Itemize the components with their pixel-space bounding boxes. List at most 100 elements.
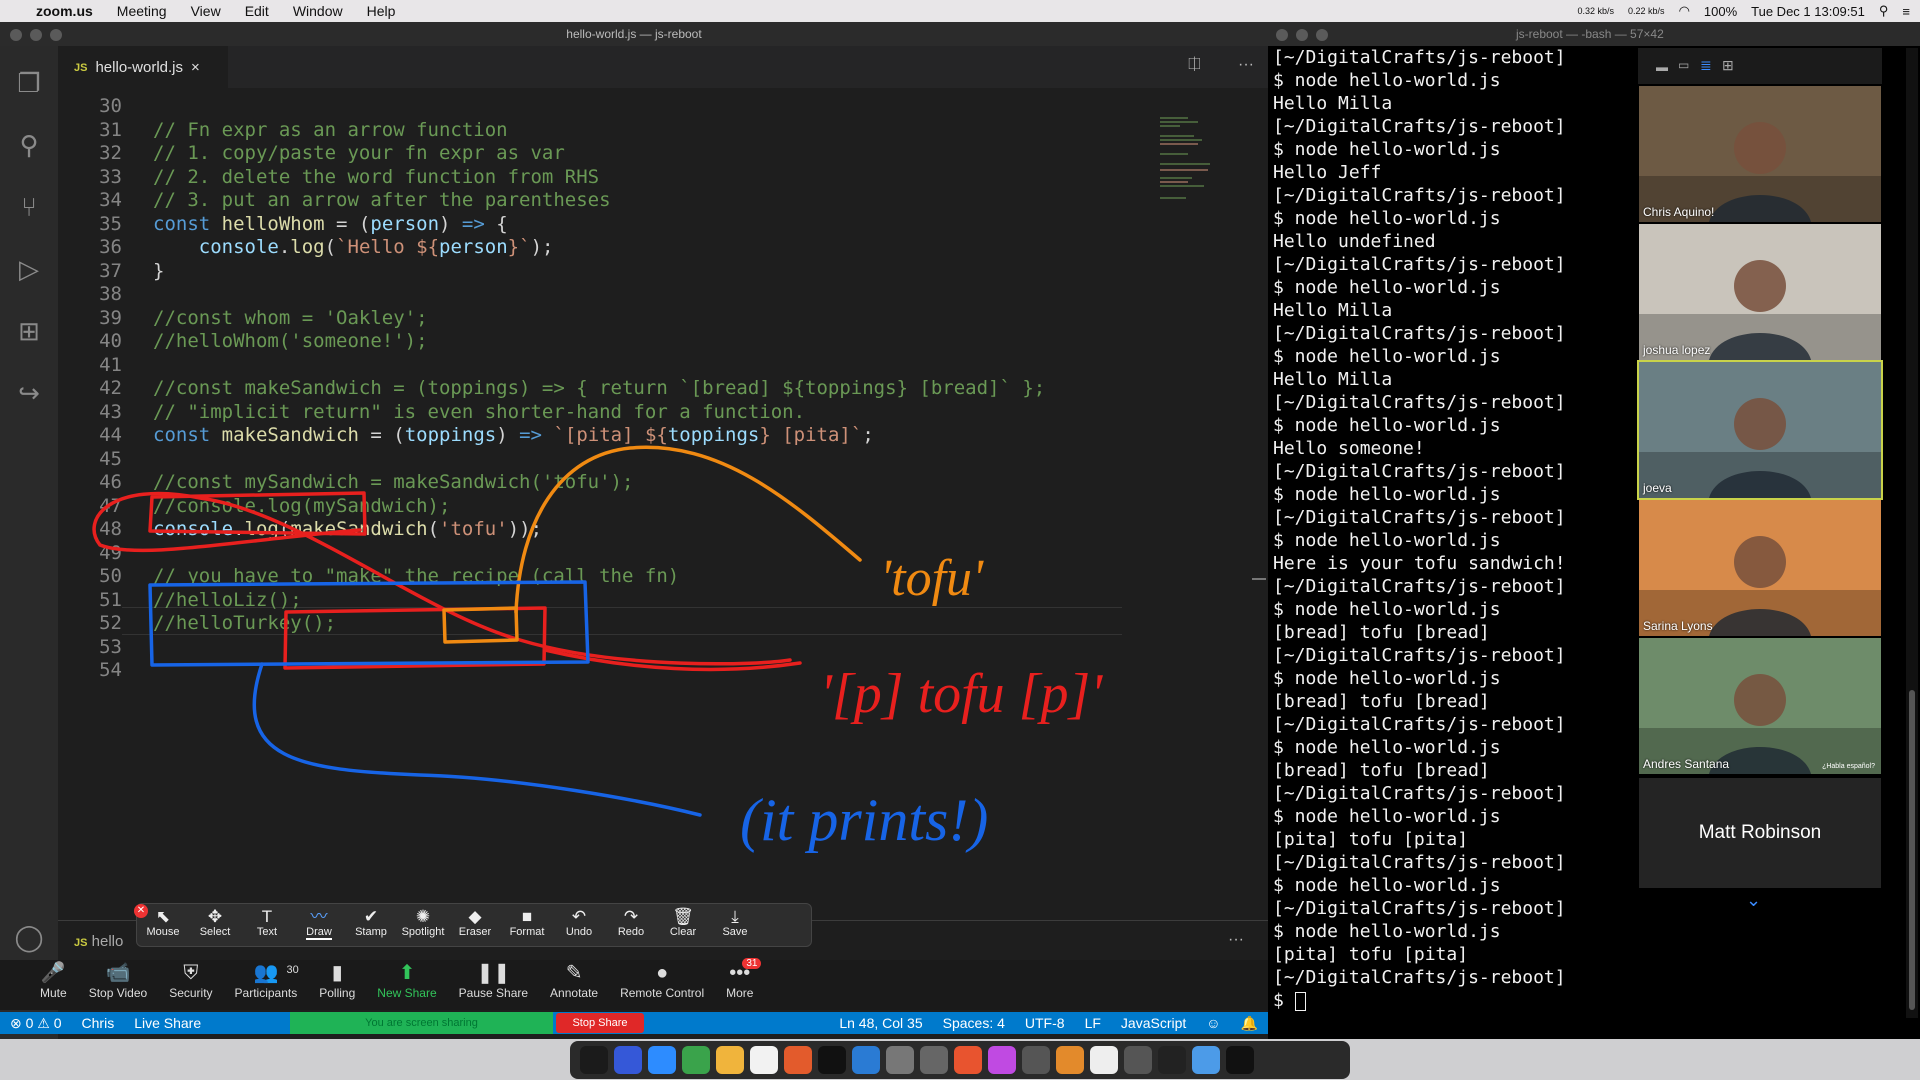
minimap[interactable] [1158,114,1218,209]
annotate-tool-text[interactable]: T Text [241,904,293,948]
dock-app-icon[interactable] [716,1046,744,1074]
accounts-icon[interactable]: ◯ [14,922,44,952]
dock-app-icon[interactable] [682,1046,710,1074]
tab-close-icon[interactable]: × [191,59,200,76]
annotate-tool-undo[interactable]: ↶ Undo [553,904,605,948]
menu-edit[interactable]: Edit [233,3,281,19]
annotate-tool-format[interactable]: ■ Format [501,904,553,948]
dock-app-icon[interactable] [784,1046,812,1074]
split-editor-icon[interactable]: ⎅ [1188,56,1201,74]
wifi-icon[interactable]: ◠ [1679,3,1690,19]
feedback-icon[interactable]: ☺ [1196,1015,1230,1031]
terminal-zoom-button[interactable] [1316,29,1328,41]
participant-video-tile[interactable]: Chris Aquino! [1639,86,1881,222]
cursor-position[interactable]: Ln 48, Col 35 [829,1015,932,1031]
run-debug-icon[interactable]: ▷ [14,254,44,284]
gallery-grid-icon[interactable]: ⊞ [1722,57,1734,74]
dock-app-icon[interactable] [1090,1046,1118,1074]
dock-app-icon[interactable] [614,1046,642,1074]
polling-button[interactable]: ▮ Polling [319,960,355,1000]
dock-app-icon[interactable] [1192,1046,1220,1074]
close-window-button[interactable] [10,29,22,41]
battery-percent[interactable]: 100% [1704,4,1737,19]
security-button[interactable]: ⛨ Security [169,960,212,1000]
language-mode[interactable]: JavaScript [1111,1015,1196,1031]
live-share-user[interactable]: Chris [72,1015,125,1031]
app-menu[interactable]: zoom.us [24,3,105,19]
speaker-view-icon[interactable]: ▭ [1678,58,1689,72]
dock-app-icon[interactable] [886,1046,914,1074]
problems-indicator[interactable]: ⊗ 0 ⚠ 0 [0,1015,72,1032]
annotate-tool-select[interactable]: ✥ Select [189,904,241,948]
dock-app-icon[interactable] [1124,1046,1152,1074]
minimize-window-button[interactable] [30,29,42,41]
stop-video-button[interactable]: 📹 Stop Video [89,960,148,1000]
dock-app-icon[interactable] [852,1046,880,1074]
pause-share-button[interactable]: ❚❚ Pause Share [459,960,528,1000]
terminal-minimize-button[interactable] [1296,29,1308,41]
dock-app-icon[interactable] [920,1046,948,1074]
dock-app-icon[interactable] [750,1046,778,1074]
dock-app-icon[interactable] [818,1046,846,1074]
menu-help[interactable]: Help [355,3,408,19]
participant-video-tile[interactable]: joeva [1637,360,1883,500]
control-center-icon[interactable]: ≡ [1902,4,1910,19]
line-ending[interactable]: LF [1075,1015,1111,1031]
dock-app-icon[interactable] [988,1046,1016,1074]
participant-video-tile[interactable]: Sarina Lyons [1639,500,1881,636]
menu-meeting[interactable]: Meeting [105,3,179,19]
participant-video-tile[interactable]: joshua lopez [1639,224,1881,360]
more-actions-icon[interactable]: ··· [1238,56,1254,74]
annotate-tool-redo[interactable]: ↷ Redo [605,904,657,948]
editor-scroll-indicator[interactable] [1252,578,1266,580]
terminal-close-button[interactable] [1276,29,1288,41]
menu-window[interactable]: Window [281,3,355,19]
indentation[interactable]: Spaces: 4 [933,1015,1015,1031]
participant-no-video[interactable]: Matt Robinson [1639,778,1881,888]
panel-more-icon[interactable]: ··· [1228,931,1244,949]
annotate-tool-eraser[interactable]: ◆ Eraser [449,904,501,948]
participants-button[interactable]: 👥 Participants 30 [235,960,299,1000]
terminal-prompt[interactable]: $ [1273,989,1566,1012]
tab-hello-world-js[interactable]: JS hello-world.js × [58,46,228,88]
dock-app-icon[interactable] [580,1046,608,1074]
annotate-tool-clear[interactable]: 🗑 Clear [657,904,709,948]
stop-share-button[interactable]: Stop Share [556,1013,644,1033]
annotate-tool-draw[interactable]: 〰 Draw [293,904,345,948]
dock-app-icon[interactable] [954,1046,982,1074]
terminal-output[interactable]: [~/DigitalCrafts/js-reboot] $ node hello-… [1273,46,1566,1012]
annotate-tool-spotlight[interactable]: ✺ Spotlight [397,904,449,948]
chevron-down-icon[interactable]: ⌄ [1746,890,1761,911]
live-share-icon[interactable]: ↪ [14,378,44,408]
remote-control-button[interactable]: ● Remote Control [620,960,704,1000]
live-share-button[interactable]: Live Share [124,1015,211,1031]
search-icon[interactable]: ⚲ [14,130,44,160]
dock-app-icon[interactable] [648,1046,676,1074]
dock-app-icon[interactable] [1022,1046,1050,1074]
code-editor[interactable]: 30 31 // Fn expr as an arrow function 32 // … [58,88,1258,920]
dock-app-icon[interactable] [1226,1046,1254,1074]
notifications-bell-icon[interactable]: 🔔 [1231,1015,1268,1032]
new-share-button[interactable]: ⬆ New Share [377,960,436,1000]
mute-button[interactable]: 🎤 Mute [40,960,67,1000]
clock[interactable]: Tue Dec 1 13:09:51 [1751,4,1865,19]
extensions-icon[interactable]: ⊞ [14,316,44,346]
dock-app-icon[interactable] [1158,1046,1186,1074]
close-annotate-icon[interactable]: ✕ [134,904,148,918]
dock-app-icon[interactable] [1056,1046,1084,1074]
strip-view-icon[interactable]: ≣ [1700,57,1712,74]
terminal-scroll-thumb[interactable] [1909,690,1915,1010]
more-button[interactable]: ••• More 31 [726,958,762,1000]
participant-video-tile[interactable]: Andres Santana ¿Habla español? [1639,638,1881,774]
annotate-tool-save[interactable]: ⤓ Save [709,904,761,948]
zoom-window-button[interactable] [50,29,62,41]
explorer-icon[interactable]: ❐ [14,68,44,98]
source-control-icon[interactable]: ⑂ [14,192,44,222]
spotlight-search-icon[interactable]: ⚲ [1879,3,1889,19]
minimize-gallery-icon[interactable]: ▬ [1656,60,1668,74]
annotate-button[interactable]: ✎ Annotate [550,960,598,1000]
panel-tab[interactable]: JS hello [74,933,123,950]
encoding[interactable]: UTF-8 [1015,1015,1075,1031]
menu-view[interactable]: View [179,3,233,19]
annotate-tool-stamp[interactable]: ✔ Stamp [345,904,397,948]
